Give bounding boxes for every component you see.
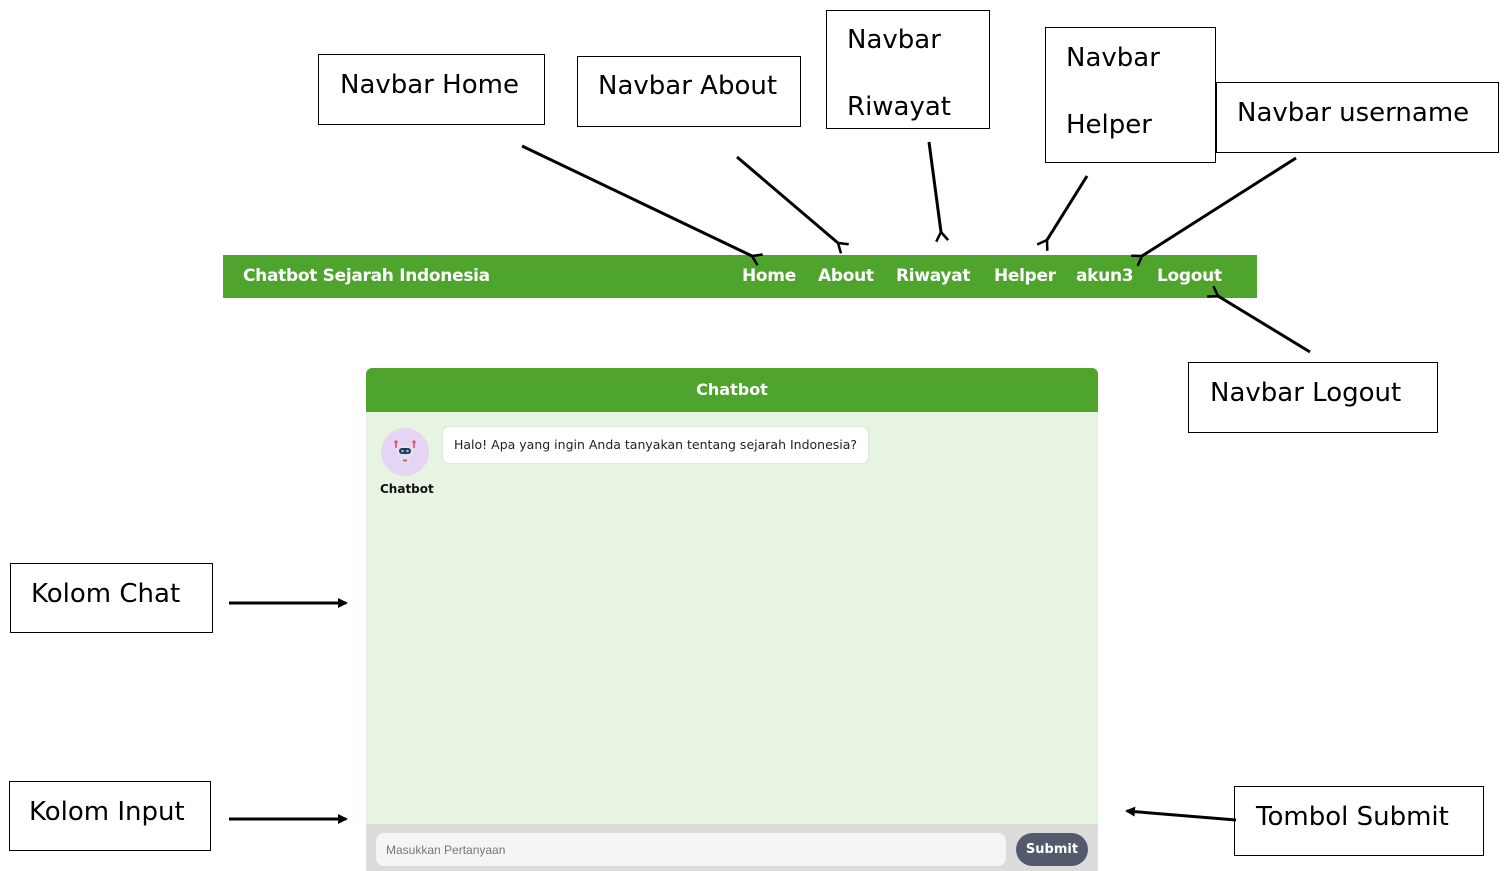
callout-navbar-helper-text-1: Navbar bbox=[1066, 43, 1160, 73]
chat-input-bar: Submit bbox=[366, 824, 1098, 871]
callout-navbar-riwayat-text-1: Navbar bbox=[847, 25, 941, 55]
callout-navbar-about-text: Navbar About bbox=[598, 71, 778, 101]
chatbot-sender-name: Chatbot bbox=[380, 482, 434, 496]
callout-navbar-helper: Navbar Helper bbox=[1045, 27, 1216, 163]
arrow-username bbox=[1142, 156, 1297, 256]
arrow-logout bbox=[1218, 296, 1311, 354]
nav-about-link[interactable]: About bbox=[818, 266, 874, 286]
callout-kolom-input: Kolom Input bbox=[9, 781, 211, 851]
callout-navbar-username-text: Navbar username bbox=[1237, 98, 1470, 128]
arrow-helper bbox=[1047, 175, 1089, 240]
callout-kolom-input-text: Kolom Input bbox=[29, 797, 185, 827]
callout-tombol-submit-text: Tombol Submit bbox=[1256, 802, 1449, 832]
callout-navbar-riwayat: Navbar Riwayat bbox=[826, 10, 990, 129]
nav-home-link[interactable]: Home bbox=[742, 266, 796, 286]
nav-username-link[interactable]: akun3 bbox=[1076, 266, 1134, 286]
callout-navbar-riwayat-text-2: Riwayat bbox=[847, 92, 951, 122]
submit-button[interactable]: Submit bbox=[1016, 833, 1088, 866]
callout-navbar-about: Navbar About bbox=[577, 56, 801, 127]
arrow-tombol-submit bbox=[1125, 806, 1237, 822]
question-input[interactable] bbox=[376, 833, 1006, 866]
chat-header-title: Chatbot bbox=[366, 368, 1098, 412]
callout-tombol-submit: Tombol Submit bbox=[1234, 786, 1484, 856]
callout-navbar-logout: Navbar Logout bbox=[1188, 362, 1438, 433]
callout-kolom-chat: Kolom Chat bbox=[10, 563, 213, 633]
robot-icon bbox=[394, 440, 416, 463]
arrow-riwayat bbox=[927, 141, 941, 232]
callout-navbar-logout-text: Navbar Logout bbox=[1210, 378, 1402, 408]
chat-card: Chatbot Chatbot Halo! Apa yang ingin And… bbox=[366, 368, 1098, 871]
navbar: Chatbot Sejarah Indonesia Home About Riw… bbox=[223, 255, 1257, 298]
nav-riwayat-link[interactable]: Riwayat bbox=[896, 266, 970, 286]
callout-kolom-chat-text: Kolom Chat bbox=[31, 579, 181, 609]
chatbot-avatar bbox=[381, 428, 429, 476]
navbar-brand[interactable]: Chatbot Sejarah Indonesia bbox=[243, 266, 490, 286]
nav-logout-link[interactable]: Logout bbox=[1157, 266, 1222, 286]
arrow-home bbox=[521, 144, 752, 256]
callout-navbar-home-text: Navbar Home bbox=[340, 70, 519, 100]
callout-navbar-username: Navbar username bbox=[1216, 82, 1499, 153]
arrow-about bbox=[736, 155, 838, 243]
callout-navbar-home: Navbar Home bbox=[318, 54, 545, 125]
chat-message-bubble: Halo! Apa yang ingin Anda tanyakan tenta… bbox=[443, 427, 869, 463]
nav-helper-link[interactable]: Helper bbox=[994, 266, 1056, 286]
callout-navbar-helper-text-2: Helper bbox=[1066, 110, 1152, 140]
